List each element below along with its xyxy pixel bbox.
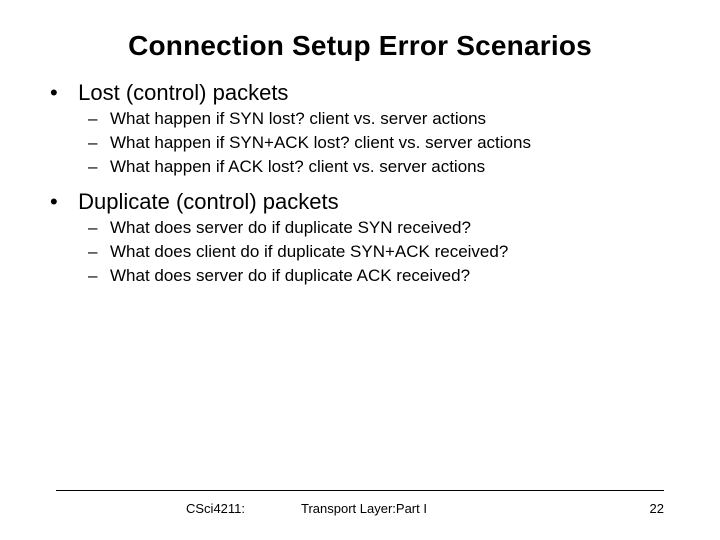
sub-bullet-item: What does client do if duplicate SYN+ACK… [98, 241, 680, 264]
sub-bullet-list: What does server do if duplicate SYN rec… [52, 217, 680, 288]
bullet-item: Duplicate (control) packets What does se… [52, 189, 680, 288]
footer-page-number: 22 [650, 501, 664, 516]
footer-course: CSci4211: [56, 501, 245, 516]
bullet-item: Lost (control) packets What happen if SY… [52, 80, 680, 179]
sub-bullet-item: What happen if SYN lost? client vs. serv… [98, 108, 680, 131]
sub-bullet-item: What happen if ACK lost? client vs. serv… [98, 156, 680, 179]
sub-bullet-item: What does server do if duplicate SYN rec… [98, 217, 680, 240]
slide-title: Connection Setup Error Scenarios [40, 30, 680, 62]
slide-footer: CSci4211: Transport Layer:Part I 22 [0, 490, 720, 516]
sub-bullet-item: What happen if SYN+ACK lost? client vs. … [98, 132, 680, 155]
footer-rule [56, 490, 664, 491]
bullet-list: Lost (control) packets What happen if SY… [40, 80, 680, 288]
footer-row: CSci4211: Transport Layer:Part I 22 [56, 501, 664, 516]
sub-bullet-item: What does server do if duplicate ACK rec… [98, 265, 680, 288]
footer-topic: Transport Layer:Part I [245, 501, 650, 516]
bullet-label: Lost (control) packets [78, 80, 288, 105]
slide: Connection Setup Error Scenarios Lost (c… [0, 0, 720, 540]
sub-bullet-list: What happen if SYN lost? client vs. serv… [52, 108, 680, 179]
bullet-label: Duplicate (control) packets [78, 189, 338, 214]
